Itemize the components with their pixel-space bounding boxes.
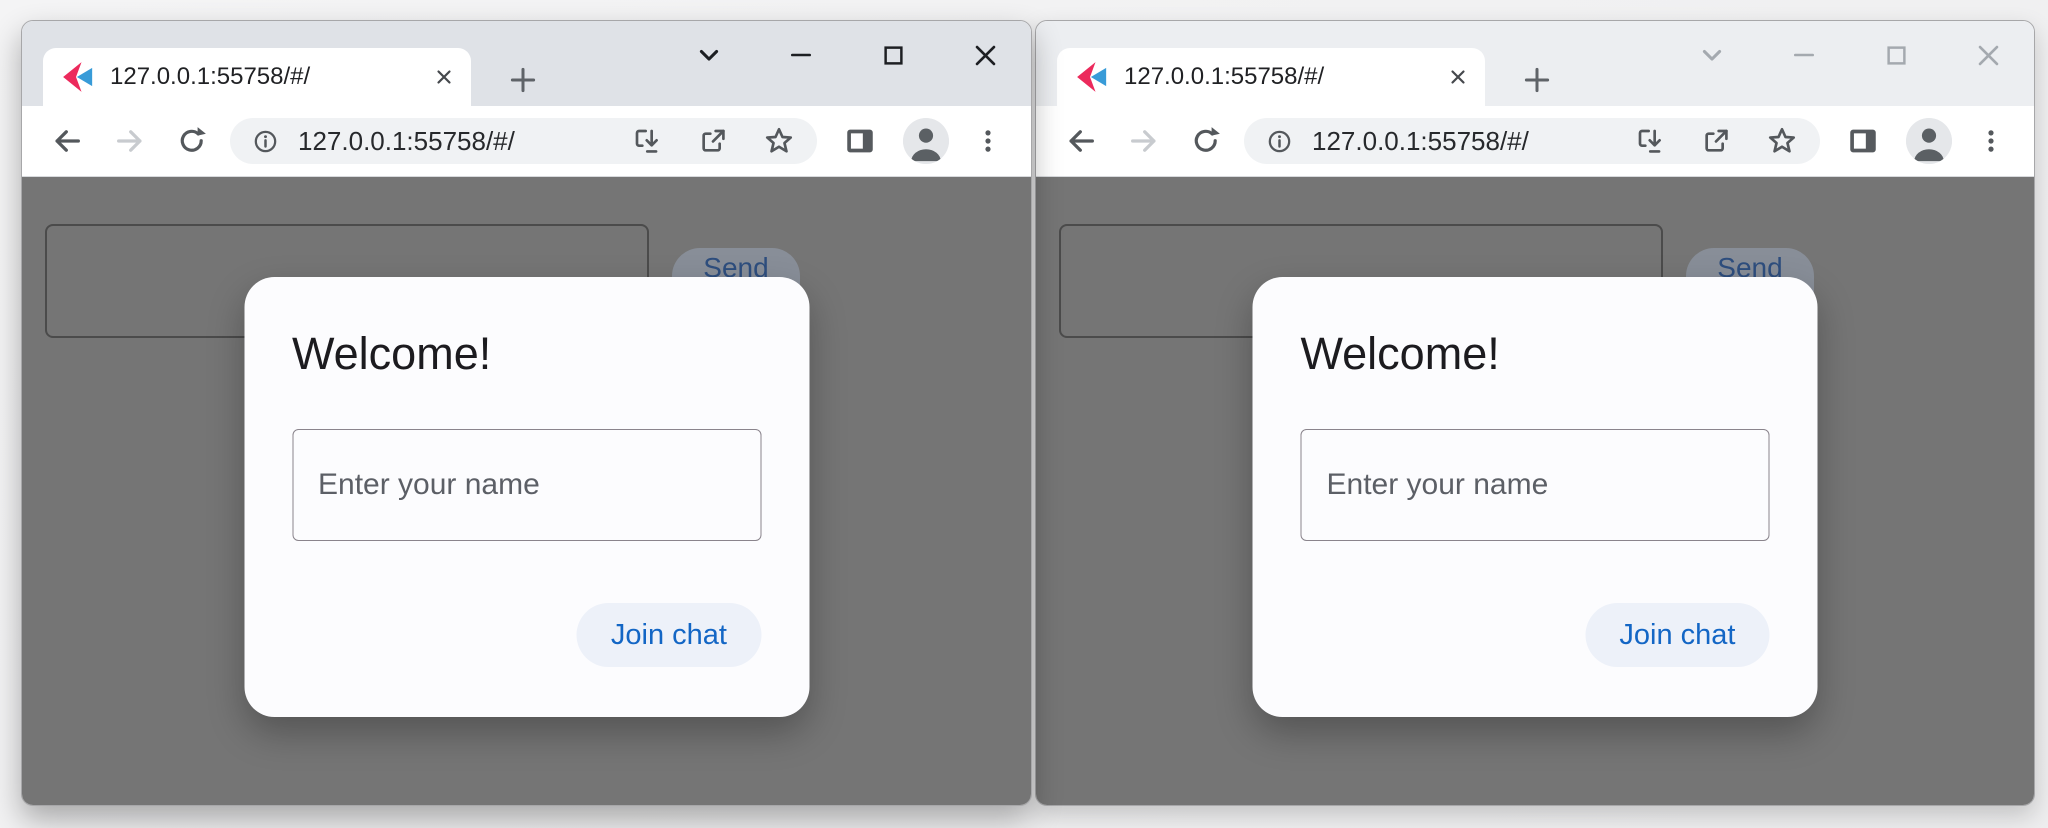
name-input[interactable] xyxy=(1301,429,1770,541)
url-text[interactable]: 127.0.0.1:55758/#/ xyxy=(1312,126,1600,157)
maximize-icon[interactable] xyxy=(847,29,939,81)
flet-favicon-icon xyxy=(1075,61,1109,93)
window-controls xyxy=(663,29,1031,81)
install-app-icon[interactable] xyxy=(631,125,663,157)
side-panel-icon[interactable] xyxy=(843,124,877,158)
bookmark-star-icon[interactable] xyxy=(763,125,795,157)
page-content-scrim: Send Welcome! Join chat xyxy=(22,177,1031,805)
browser-window-right: 127.0.0.1:55758/#/ xyxy=(1035,20,2035,806)
close-window-icon[interactable] xyxy=(939,29,1031,81)
kebab-menu-icon[interactable] xyxy=(975,124,1001,158)
forward-icon[interactable] xyxy=(1127,124,1161,158)
dialog-title: Welcome! xyxy=(1301,329,1770,379)
dialog-actions: Join chat xyxy=(292,603,761,667)
minimize-icon[interactable] xyxy=(755,29,847,81)
back-icon[interactable] xyxy=(50,124,84,158)
tab-search-chevron-icon[interactable] xyxy=(663,29,755,81)
url-text[interactable]: 127.0.0.1:55758/#/ xyxy=(298,126,597,157)
name-input[interactable] xyxy=(292,429,761,541)
minimize-icon[interactable] xyxy=(1758,29,1850,81)
profile-avatar-icon[interactable] xyxy=(1906,118,1952,164)
reload-icon[interactable] xyxy=(176,124,210,158)
flet-favicon-icon xyxy=(61,61,95,93)
side-panel-icon[interactable] xyxy=(1846,124,1880,158)
new-tab-button[interactable] xyxy=(504,61,542,99)
install-app-icon[interactable] xyxy=(1634,125,1666,157)
tab-search-chevron-icon[interactable] xyxy=(1666,29,1758,81)
page-content-scrim: Send Welcome! Join chat xyxy=(1036,177,2034,805)
kebab-menu-icon[interactable] xyxy=(1978,124,2004,158)
bookmark-star-icon[interactable] xyxy=(1766,125,1798,157)
browser-toolbar: 127.0.0.1:55758/#/ xyxy=(1036,106,2034,177)
share-icon[interactable] xyxy=(1700,125,1732,157)
close-window-icon[interactable] xyxy=(1942,29,2034,81)
tab-strip: 127.0.0.1:55758/#/ xyxy=(22,21,1031,106)
share-icon[interactable] xyxy=(697,125,729,157)
profile-avatar-icon[interactable] xyxy=(903,118,949,164)
url-bar[interactable]: 127.0.0.1:55758/#/ xyxy=(230,118,817,164)
welcome-dialog: Welcome! Join chat xyxy=(244,277,809,717)
welcome-dialog: Welcome! Join chat xyxy=(1253,277,1818,717)
join-chat-button[interactable]: Join chat xyxy=(1585,603,1769,667)
site-info-icon[interactable] xyxy=(252,128,279,155)
browser-tab[interactable]: 127.0.0.1:55758/#/ xyxy=(43,48,471,106)
tab-title: 127.0.0.1:55758/#/ xyxy=(110,63,427,91)
back-icon[interactable] xyxy=(1064,124,1098,158)
dialog-title: Welcome! xyxy=(292,329,761,379)
browser-window-left: 127.0.0.1:55758/#/ xyxy=(21,20,1032,806)
tab-strip: 127.0.0.1:55758/#/ xyxy=(1036,21,2034,106)
tab-close-icon[interactable] xyxy=(1441,60,1475,94)
site-info-icon[interactable] xyxy=(1266,128,1293,155)
browser-toolbar: 127.0.0.1:55758/#/ xyxy=(22,106,1031,177)
forward-icon[interactable] xyxy=(113,124,147,158)
dialog-actions: Join chat xyxy=(1301,603,1770,667)
new-tab-button[interactable] xyxy=(1518,61,1556,99)
tab-close-icon[interactable] xyxy=(427,60,461,94)
reload-icon[interactable] xyxy=(1190,124,1224,158)
window-controls xyxy=(1666,29,2034,81)
maximize-icon[interactable] xyxy=(1850,29,1942,81)
tab-title: 127.0.0.1:55758/#/ xyxy=(1124,63,1441,91)
browser-tab[interactable]: 127.0.0.1:55758/#/ xyxy=(1057,48,1485,106)
url-bar[interactable]: 127.0.0.1:55758/#/ xyxy=(1244,118,1820,164)
join-chat-button[interactable]: Join chat xyxy=(577,603,761,667)
